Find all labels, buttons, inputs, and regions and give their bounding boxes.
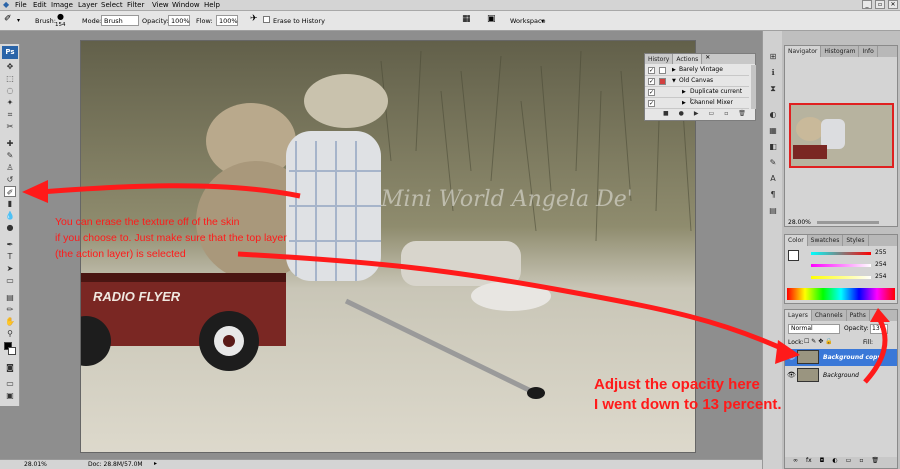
annotation-line: You can erase the texture off of the ski… [55,216,240,228]
annotation-line: (the action layer) is selected [55,248,186,260]
annotation-arrow-middle [237,251,792,355]
annotation-line: I went down to 13 percent. [594,396,782,413]
annotation-left-note: You can erase the texture off of the ski… [55,214,355,262]
annotation-arrow-right [863,318,888,384]
annotation-line: Adjust the opacity here [594,376,760,393]
annotation-right-note: Adjust the opacity here I went down to 1… [594,375,854,415]
annotation-arrow-left [39,183,301,199]
annotation-line: if you choose to. Just make sure that th… [55,232,287,244]
